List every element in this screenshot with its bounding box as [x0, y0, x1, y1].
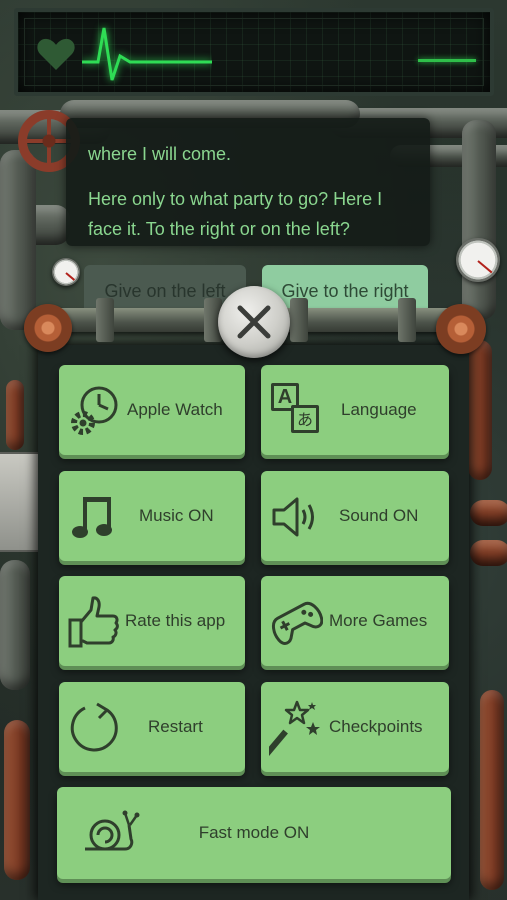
speaker-icon — [272, 497, 314, 537]
rusty-bolt — [436, 304, 486, 354]
close-icon — [237, 305, 271, 339]
language-button[interactable]: A あ Language — [261, 365, 449, 455]
gamepad-icon — [271, 601, 323, 645]
language-label: Language — [341, 400, 417, 419]
close-button[interactable] — [218, 286, 290, 358]
apple-watch-label: Apple Watch — [127, 400, 223, 419]
rate-app-label: Rate this app — [125, 611, 226, 630]
rusty-bolt — [24, 304, 72, 352]
story-previous-line: where I will come. — [88, 144, 232, 164]
music-note-icon — [72, 497, 112, 538]
thumbs-up-icon — [68, 596, 119, 648]
checkpoints-label: Checkpoints — [329, 717, 423, 736]
monitor-flatline — [418, 59, 476, 62]
restart-icon — [70, 702, 118, 752]
pipe-clamp — [398, 298, 416, 342]
pressure-gauge — [52, 258, 80, 286]
restart-label: Restart — [148, 717, 203, 736]
heartbeat-line-icon — [82, 27, 212, 81]
heartbeat-monitor — [14, 8, 494, 96]
music-label: Music ON — [139, 506, 214, 525]
more-games-button[interactable]: More Games — [261, 576, 449, 666]
story-text: Here only to what party to go? Here I fa… — [88, 189, 383, 239]
pipe-clamp — [290, 298, 308, 342]
clock-gear-icon — [71, 386, 118, 435]
more-games-label: More Games — [329, 611, 428, 630]
language-icon: A あ — [271, 383, 325, 439]
sound-toggle-button[interactable]: Sound ON — [261, 471, 449, 561]
heart-icon — [37, 38, 75, 70]
magic-wand-icon — [269, 700, 320, 756]
music-toggle-button[interactable]: Music ON — [59, 471, 245, 561]
pipe-clamp — [96, 298, 114, 342]
settings-menu-panel: Apple Watch A あ Language Music ON Sound … — [38, 345, 469, 900]
fast-mode-label: Fast mode ON — [198, 823, 310, 842]
pressure-gauge — [456, 238, 500, 282]
apple-watch-button[interactable]: Apple Watch — [59, 365, 245, 455]
sound-label: Sound ON — [339, 506, 419, 525]
checkpoints-button[interactable]: Checkpoints — [261, 682, 449, 772]
fast-mode-button[interactable]: Fast mode ON — [57, 787, 451, 879]
language-japanese-glyph: あ — [291, 405, 319, 433]
restart-button[interactable]: Restart — [59, 682, 245, 772]
rate-app-button[interactable]: Rate this app — [59, 576, 245, 666]
story-dialog: where I will come. Here only to what par… — [66, 118, 430, 246]
